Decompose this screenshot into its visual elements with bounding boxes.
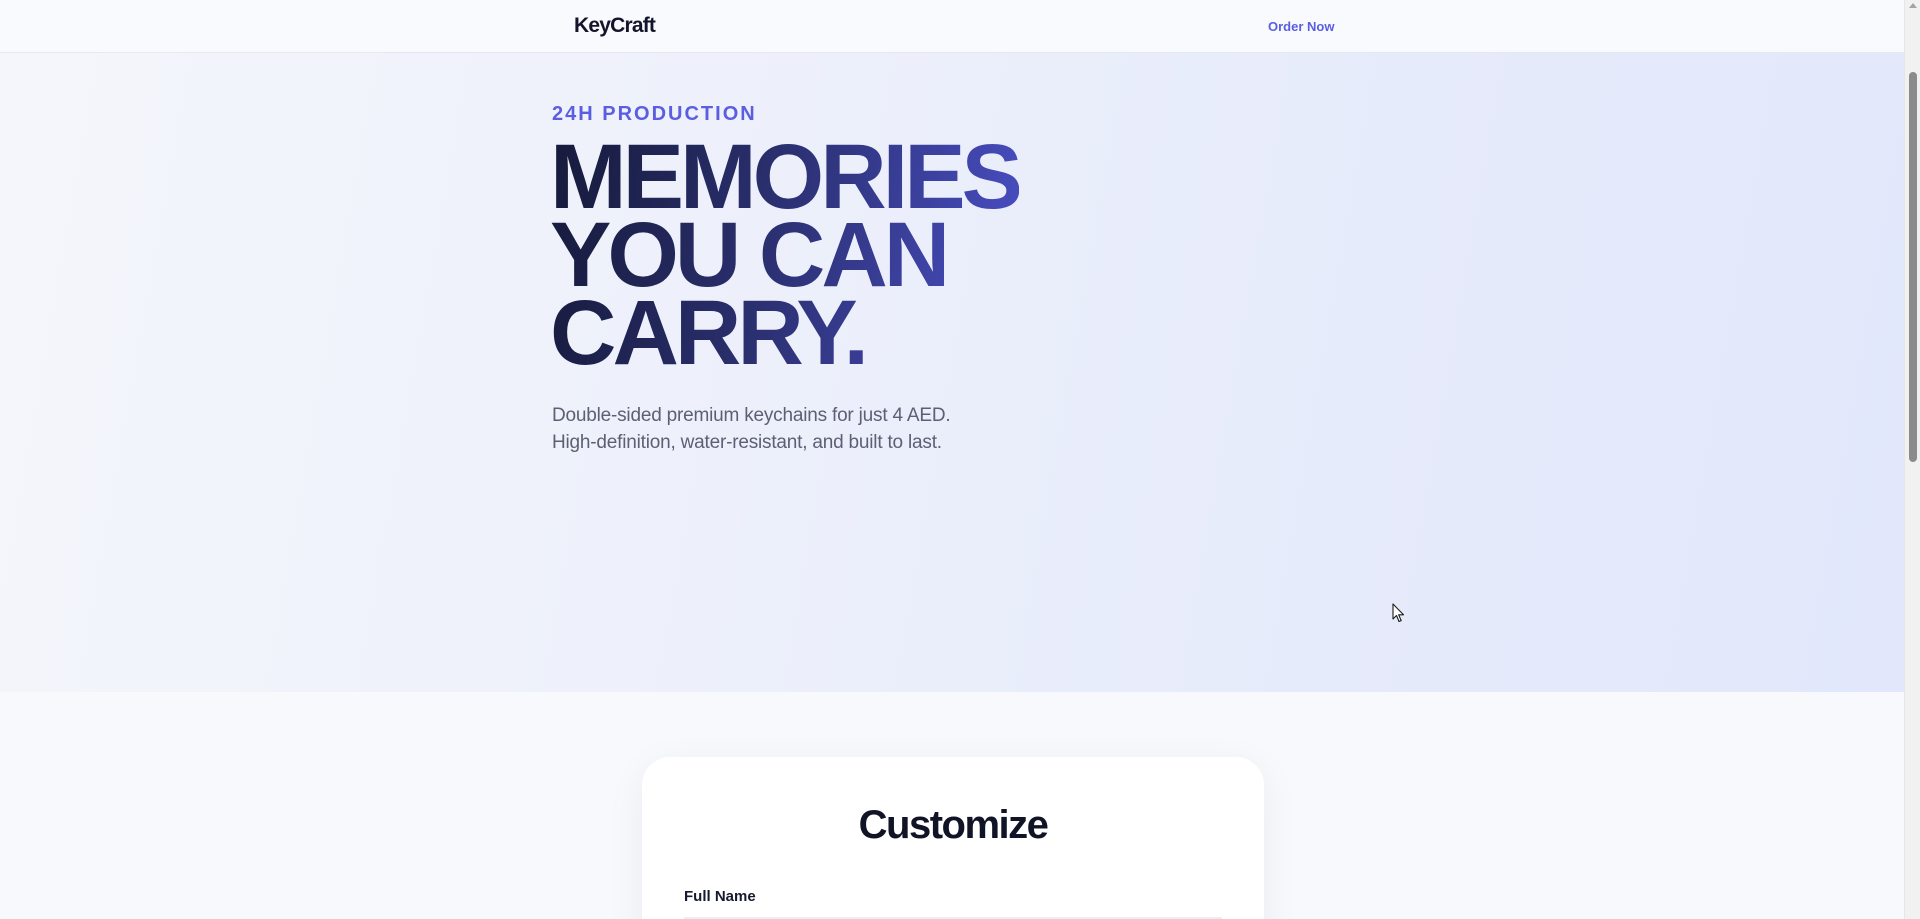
full-name-label: Full Name [684, 888, 756, 905]
hero-eyebrow: 24H PRODUCTION [552, 103, 757, 125]
hero-subtext-line-1: Double-sided premium keychains for just … [552, 405, 951, 426]
order-now-link[interactable]: Order Now [1268, 19, 1334, 34]
vertical-scrollbar[interactable] [1904, 0, 1920, 919]
top-navbar: KeyCraft Order Now [0, 0, 1904, 53]
customize-card: Customize Full Name [642, 757, 1264, 919]
hero-subtext-line-2: High-definition, water-resistant, and bu… [552, 432, 942, 453]
page-viewport: KeyCraft Order Now 24H PRODUCTION MEMORI… [0, 0, 1904, 919]
hero-subtext: Double-sided premium keychains for just … [552, 402, 951, 456]
customize-title: Customize [858, 803, 1049, 847]
scroll-up-arrow-icon[interactable] [1909, 3, 1917, 8]
hero-headline-line-3: CARRY. [550, 282, 866, 384]
scrollbar-thumb[interactable] [1909, 72, 1917, 462]
brand-logo[interactable]: KeyCraft [574, 14, 656, 38]
mouse-pointer-icon [1392, 603, 1406, 628]
hero-headline: MEMORIES YOU CAN CARRY. [550, 138, 1019, 372]
